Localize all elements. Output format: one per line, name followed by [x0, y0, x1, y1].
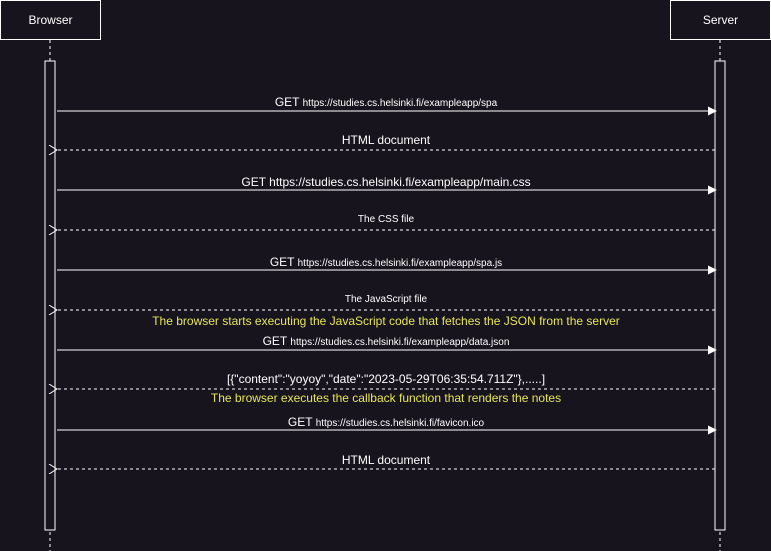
message-label: The CSS file: [356, 214, 416, 225]
message-label: HTML document: [340, 453, 432, 467]
message-method: GET: [269, 255, 298, 269]
message-label: [{"content":"yoyoy","date":"2023-05-29T0…: [225, 372, 547, 386]
message-label: GET https://studies.cs.helsinki.fi/examp…: [261, 334, 511, 348]
participant-browser: Browser: [0, 0, 101, 40]
message-label: The JavaScript file: [343, 294, 429, 305]
note-label: The browser starts executing the JavaScr…: [152, 314, 620, 328]
message-label: GET https://studies.cs.helsinki.fi/examp…: [268, 255, 504, 269]
message-method: GET: [262, 334, 291, 348]
message-url: https://studies.cs.helsinki.fi/favicon.i…: [315, 418, 485, 429]
message-method: GET: [287, 415, 316, 429]
message-url: https://studies.cs.helsinki.fi/exampleap…: [302, 98, 498, 109]
message-url: https://studies.cs.helsinki.fi/exampleap…: [290, 337, 510, 348]
participant-server: Server: [670, 0, 771, 40]
message-method: GET: [274, 95, 303, 109]
sequence-diagram: Browser Server GET https://studies.cs.he…: [0, 0, 771, 551]
server-activation-bar: [714, 60, 726, 531]
message-label: GET https://studies.cs.helsinki.fi/examp…: [273, 95, 499, 109]
message-label: HTML document: [340, 133, 432, 147]
message-label: GET https://studies.cs.helsinki.fi/examp…: [240, 175, 532, 189]
message-url: https://studies.cs.helsinki.fi/exampleap…: [297, 258, 503, 269]
diagram-lines: [44, 40, 726, 551]
note-label: The browser executes the callback functi…: [210, 391, 562, 405]
browser-activation-bar: [44, 60, 56, 531]
message-label: GET https://studies.cs.helsinki.fi/favic…: [286, 415, 486, 429]
